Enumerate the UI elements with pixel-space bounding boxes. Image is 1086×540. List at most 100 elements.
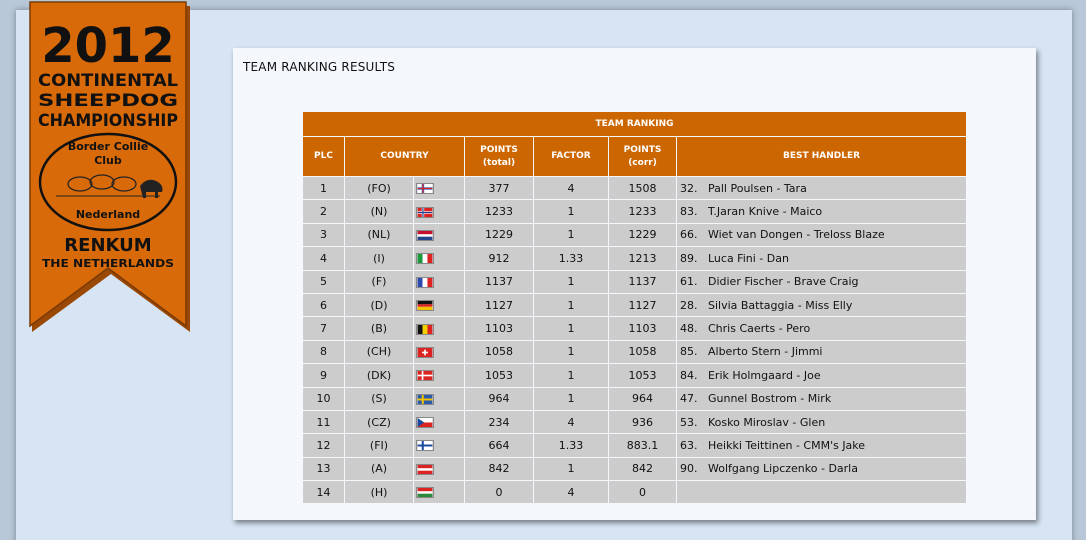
cell-factor: 1 [533,456,609,482]
cell-country-code: (B) [344,316,414,341]
cell-points-total: 234 [464,409,534,435]
cell-factor: 1 [533,292,609,318]
banner-year: 2012 [41,18,175,74]
table-row: 14 (H) 0 4 0 [302,480,968,505]
cell-best-handler: 63. Heikki Teittinen - CMM's Jake [675,433,968,458]
cell-points-total: 377 [464,175,534,201]
col-header-points-total-line2: (total) [482,157,516,168]
cell-plc: 1 [302,175,345,201]
championship-banner-logo[interactable]: 2012 CONTINENTAL SHEEPDOG CHAMPIONSHIP B… [28,0,194,336]
cell-country-code: (DK) [344,363,414,388]
table-row: 2 (N) 1233 1 1233 83. T.Jaran Knive - Maico [302,199,968,224]
cell-best-handler: 83. T.Jaran Knive - Maico [675,199,968,224]
col-header-points-total: POINTS (total) [464,136,534,177]
cell-best-handler: 85. Alberto Stern - Jimmi [675,339,968,365]
cell-country-code: (FI) [344,433,414,458]
cell-best-handler: 90. Wolfgang Lipczenko - Darla [675,456,968,482]
section-title: TEAM RANKING RESULTS [243,60,396,74]
cell-points-corr: 0 [608,480,677,505]
flag-switzerland-icon [416,346,434,358]
flag-hungary-icon [416,487,434,499]
cell-factor: 1 [533,339,609,365]
cell-country-code: (CH) [344,339,414,365]
flag-faroe-icon [416,183,434,195]
cell-points-corr: 883.1 [608,433,677,458]
cell-country-code: (S) [344,386,414,411]
cell-best-handler: 66. Wiet van Dongen - Treloss Blaze [675,222,968,248]
table-row: 1 (FO) 377 4 1508 32. Pall Poulsen - Tara [302,175,968,201]
flag-finland-icon [416,440,434,452]
flag-italy-icon [416,253,434,265]
banner-country: THE NETHERLANDS [42,257,174,270]
cell-best-handler: 61. Didier Fischer - Brave Craig [675,269,968,294]
col-header-best-handler: BEST HANDLER [675,136,968,177]
table-row: 10 (S) 964 1 964 47. Gunnel Bostrom - Mirk [302,386,968,411]
cell-points-corr: 1233 [608,199,677,224]
table-title: TEAM RANKING [301,111,968,137]
flag-norway-icon [416,206,434,218]
cell-best-handler: 48. Chris Caerts - Pero [675,316,968,341]
table-row: 5 (F) 1137 1 1137 61. Didier Fischer - Brave … [302,269,968,294]
cell-plc: 6 [302,292,345,318]
banner-line2: SHEEPDOG [38,91,178,111]
banner-line3: CHAMPIONSHIP [38,111,178,131]
cell-country-code: (CZ) [344,409,414,435]
cell-factor: 1.33 [533,433,609,458]
cell-points-total: 912 [464,246,534,271]
cell-points-corr: 1213 [608,246,677,271]
flag-france-icon [416,276,434,288]
cell-points-total: 1229 [464,222,534,248]
cell-plc: 5 [302,269,345,294]
table-row: 13 (A) 842 1 842 90. Wolfgang Lipczenko - Dar… [302,456,968,482]
cell-factor: 4 [533,409,609,435]
cell-points-total: 1137 [464,269,534,294]
table-row: 6 (D) 1127 1 1127 28. Silvia Battaggia - Miss… [302,292,968,318]
cell-factor: 1 [533,316,609,341]
cell-points-corr: 1229 [608,222,677,248]
table-row: 11 (CZ) 234 4 936 53. Kosko Miroslav - Glen [302,409,968,435]
flag-denmark-icon [416,370,434,382]
cell-plc: 2 [302,199,345,224]
cell-points-corr: 1127 [608,292,677,318]
banner-club-mid: Club [94,154,122,167]
cell-points-corr: 1508 [608,175,677,201]
col-header-plc: PLC [302,136,345,177]
table-row: 4 (I) 912 1.33 1213 89. Luca Fini - Dan [302,246,968,271]
banner-club-top: Border Collie [68,140,148,153]
cell-best-handler: 47. Gunnel Bostrom - Mirk [675,386,968,411]
col-header-points-corr-line2: (corr) [628,157,657,168]
cell-points-corr: 1103 [608,316,677,341]
flag-netherlands-icon [416,229,434,241]
cell-best-handler: 32. Pall Poulsen - Tara [675,175,968,201]
cell-plc: 10 [302,386,345,411]
cell-factor: 4 [533,175,609,201]
cell-plc: 7 [302,316,345,341]
cell-points-total: 0 [464,480,534,505]
cell-factor: 1 [533,269,609,294]
cell-plc: 14 [302,480,345,505]
cell-plc: 12 [302,433,345,458]
cell-points-total: 1233 [464,199,534,224]
cell-best-handler [675,480,968,505]
col-header-points-corr: POINTS (corr) [608,136,677,177]
cell-points-total: 842 [464,456,534,482]
cell-best-handler: 89. Luca Fini - Dan [675,246,968,271]
flag-germany-icon [416,300,434,312]
cell-points-corr: 964 [608,386,677,411]
cell-points-corr: 1053 [608,363,677,388]
cell-plc: 9 [302,363,345,388]
flag-austria-icon [416,463,434,475]
cell-country-code: (A) [344,456,414,482]
cell-country-code: (D) [344,292,414,318]
cell-points-corr: 1137 [608,269,677,294]
cell-factor: 4 [533,480,609,505]
col-header-points-total-line1: POINTS [480,144,518,155]
team-ranking-table: TEAM RANKING PLC COUNTRY POINTS (total) … [301,111,968,505]
banner-city: RENKUM [64,235,151,256]
cell-points-total: 1127 [464,292,534,318]
flag-belgium-icon [416,323,434,335]
flag-czech-icon [416,417,434,429]
cell-factor: 1 [533,386,609,411]
content-panel: TEAM RANKING RESULTS TEAM RANKING PLC CO… [233,48,1036,520]
cell-plc: 8 [302,339,345,365]
